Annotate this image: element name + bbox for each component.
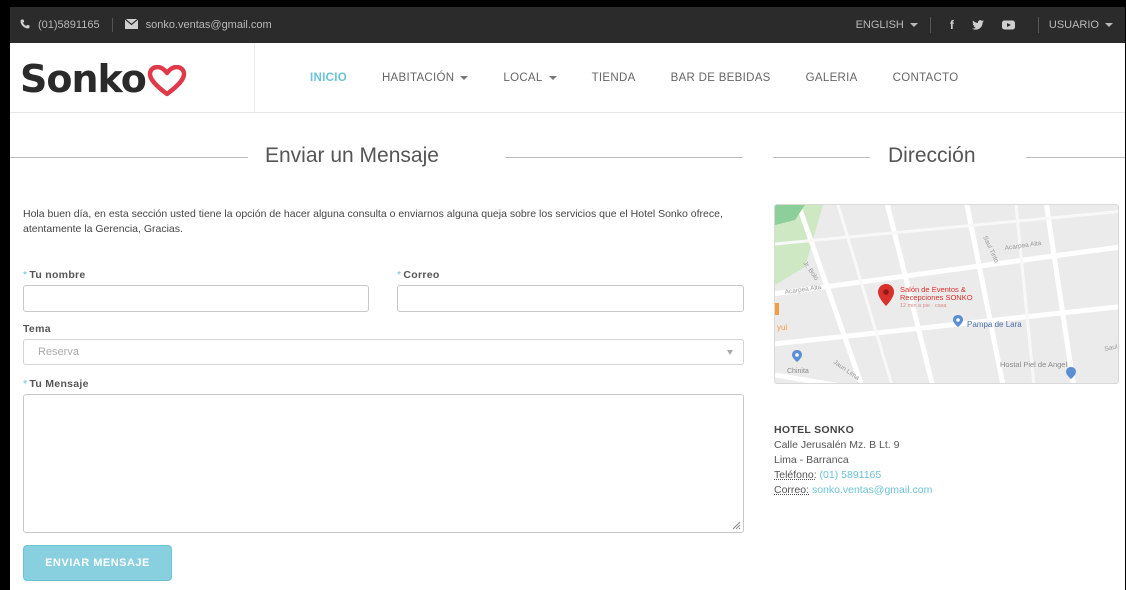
- heading-rule: [10, 157, 248, 158]
- name-input[interactable]: [23, 285, 369, 312]
- email-text[interactable]: sonko.ventas@gmail.com: [146, 19, 272, 31]
- top-right-menu: ENGLISH f USUARIO: [856, 7, 1125, 43]
- heading-rule: [1026, 157, 1125, 158]
- intro-text: Hola buen día, en esta sección usted tie…: [23, 208, 723, 235]
- logo[interactable]: Sonko: [20, 57, 187, 101]
- nav-menu: INICIO HABITACIÓN LOCAL TIENDA BAR DE BE…: [310, 43, 994, 113]
- message-label: * Tu Mensaje: [23, 378, 89, 390]
- nav-item-inicio[interactable]: INICIO: [310, 72, 347, 84]
- user-label: USUARIO: [1048, 19, 1099, 31]
- main-navbar: Sonko INICIO HABITACIÓN LOCAL TIENDA BAR…: [10, 43, 1125, 113]
- language-dropdown[interactable]: ENGLISH: [856, 19, 918, 31]
- address-title: Dirección: [888, 144, 976, 167]
- nav-item-galeria[interactable]: GALERIA: [806, 72, 858, 84]
- resize-handle-icon[interactable]: [732, 521, 741, 530]
- hotel-name: HOTEL SONKO: [774, 424, 855, 436]
- phone-icon: [20, 19, 30, 32]
- language-label: ENGLISH: [855, 19, 904, 31]
- nav-item-contacto[interactable]: CONTACTO: [893, 72, 959, 84]
- topic-select-value: Reserva: [38, 346, 79, 358]
- page: (01)5891165 sonko.ventas@gmail.com ENGLI…: [10, 7, 1125, 590]
- email-label: * Correo: [397, 269, 440, 281]
- nav-item-label: LOCAL: [503, 72, 543, 84]
- facebook-icon[interactable]: f: [950, 18, 954, 32]
- chevron-down-icon: [1105, 23, 1113, 27]
- nav-item-label: TIENDA: [591, 72, 636, 84]
- divider: [254, 43, 255, 113]
- form-title: Enviar un Mensaje: [265, 144, 439, 167]
- divider: [111, 18, 113, 32]
- phone-key: Teléfono:: [774, 469, 817, 481]
- nav-item-local[interactable]: LOCAL: [503, 72, 557, 84]
- message-label-text: Tu Mensaje: [29, 378, 89, 390]
- address-line: Calle Jerusalén Mz. B Lt. 9: [774, 439, 900, 451]
- phone-link[interactable]: (01) 5891165: [820, 469, 882, 481]
- divider: [1037, 17, 1039, 33]
- email-link[interactable]: sonko.ventas@gmail.com: [812, 484, 932, 496]
- nav-item-label: GALERIA: [805, 72, 858, 84]
- nav-item-label: HABITACIÓN: [381, 72, 455, 84]
- phone-text[interactable]: (01)5891165: [38, 19, 100, 31]
- email-input[interactable]: [397, 285, 744, 312]
- phone-row: Teléfono: (01) 5891165: [774, 468, 932, 483]
- address-line: Lima - Barranca: [774, 454, 849, 466]
- heart-icon: [147, 65, 187, 97]
- user-dropdown[interactable]: USUARIO: [1049, 19, 1113, 31]
- map-place-sublabel: 12 min a pie · casa: [900, 303, 947, 309]
- chevron-down-icon: [727, 350, 733, 355]
- topic-label: Tema: [23, 323, 51, 335]
- email-label-text: Correo: [403, 269, 440, 281]
- nav-item-bar-de-bebidas[interactable]: BAR DE BEBIDAS: [671, 72, 771, 84]
- required-mark: *: [397, 269, 402, 281]
- map-canvas: yui Acarpea Alta Acarpea Alta Jr. Bolo S…: [775, 205, 1118, 383]
- map-place-label: Recepciones SONKO: [900, 293, 973, 302]
- envelope-icon: [124, 18, 138, 32]
- heading-rule: [773, 157, 870, 158]
- logo-text: Sonko: [20, 57, 147, 101]
- youtube-icon[interactable]: [1001, 20, 1015, 30]
- address-block: HOTEL SONKO Calle Jerusalén Mz. B Lt. 9 …: [774, 423, 932, 498]
- location-map[interactable]: yui Acarpea Alta Acarpea Alta Jr. Bolo S…: [774, 204, 1119, 384]
- twitter-icon[interactable]: [971, 20, 984, 30]
- chevron-down-icon: [909, 23, 918, 27]
- required-mark: *: [23, 269, 28, 281]
- map-place-label: Hostal Piel de Angel: [1000, 360, 1067, 369]
- chevron-down-icon: [460, 76, 469, 80]
- message-textarea[interactable]: [23, 394, 744, 533]
- email-key: Correo:: [774, 484, 810, 496]
- chevron-down-icon: [548, 76, 557, 80]
- nav-item-label: CONTACTO: [892, 72, 959, 84]
- email-row: Correo: sonko.ventas@gmail.com: [774, 483, 932, 498]
- required-mark: *: [23, 378, 28, 390]
- heading-rule: [505, 157, 743, 158]
- topic-select[interactable]: Reserva: [23, 339, 744, 365]
- map-place-label: Pampa de Lara: [967, 320, 1022, 329]
- nav-item-habitacion[interactable]: HABITACIÓN: [381, 72, 469, 84]
- map-place-label: Chinita: [787, 368, 809, 375]
- top-bar: (01)5891165 sonko.ventas@gmail.com ENGLI…: [10, 7, 1125, 43]
- send-message-button[interactable]: ENVIAR MENSAJE: [23, 545, 172, 581]
- name-label: * Tu nombre: [23, 269, 86, 281]
- nav-item-label: BAR DE BEBIDAS: [670, 72, 771, 84]
- nav-item-tienda[interactable]: TIENDA: [592, 72, 636, 84]
- svg-text:yui: yui: [777, 323, 787, 332]
- nav-item-label: INICIO: [310, 72, 347, 84]
- name-label-text: Tu nombre: [29, 269, 86, 281]
- contact-info: (01)5891165 sonko.ventas@gmail.com: [20, 7, 272, 43]
- divider: [929, 17, 931, 33]
